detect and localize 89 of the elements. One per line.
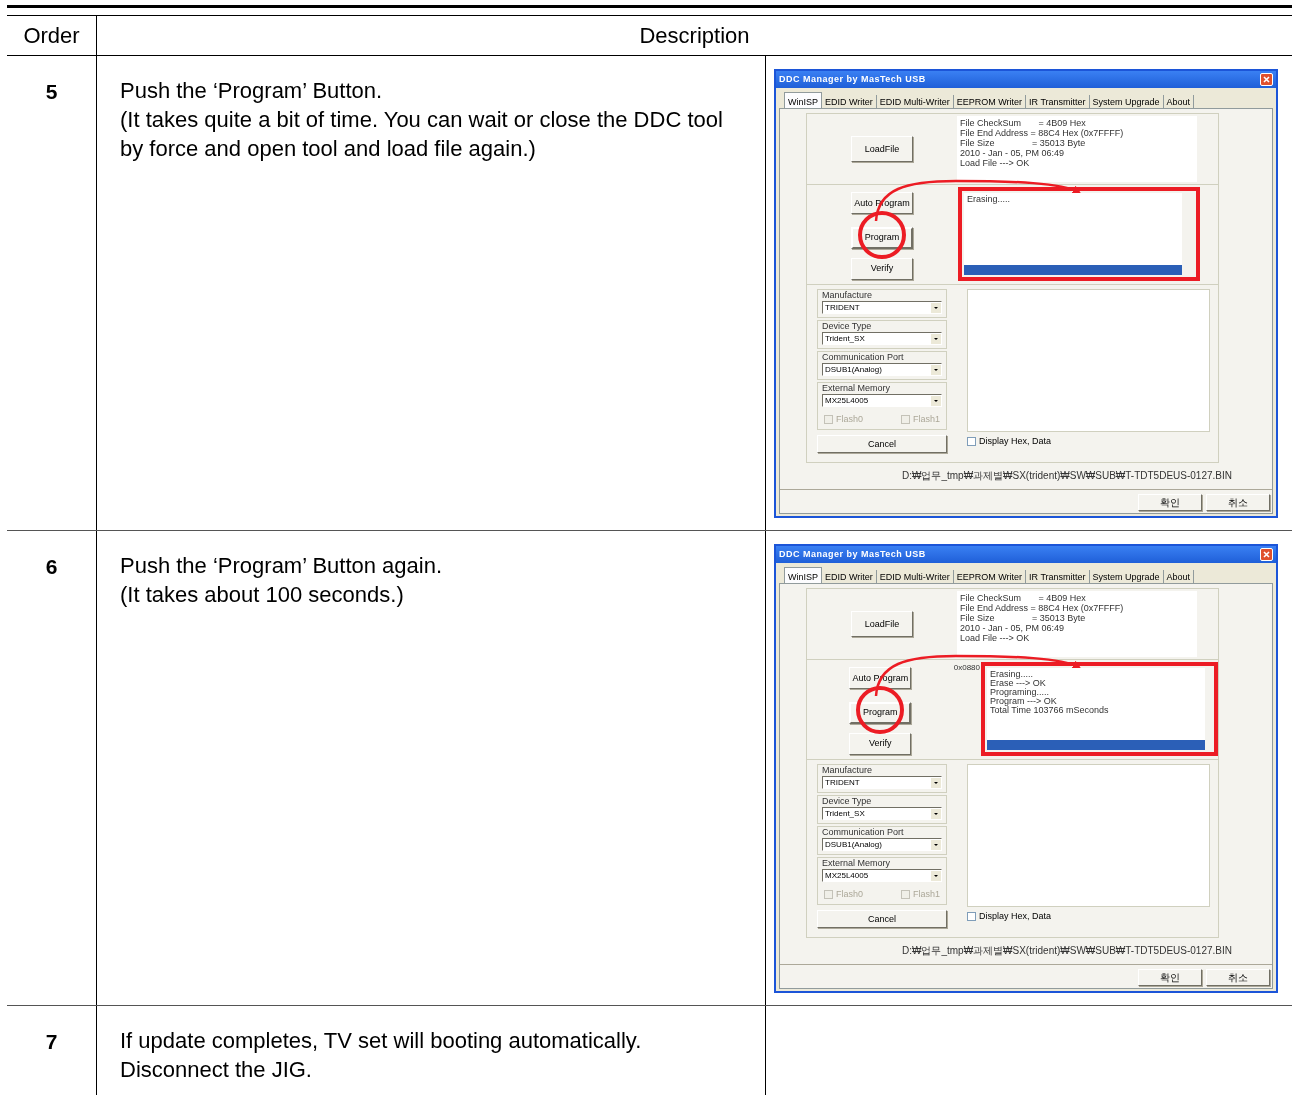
dropdown-value: DSUB1(Analog) (825, 365, 882, 374)
step-description: Push the ‘Program’ Button. (120, 77, 384, 105)
address-label: 0x0880 (953, 662, 980, 674)
log-line: Programing..... (990, 688, 1051, 697)
dropdown[interactable]: MX25L4005 (822, 394, 942, 407)
dropdown[interactable]: DSUB1(Analog) (822, 838, 942, 851)
info-line: 2010 - Jan - 05, PM 06:49 (960, 148, 1066, 158)
window-title: DDC Manager by MasTech USB (779, 72, 926, 86)
info-line: 2010 - Jan - 05, PM 06:49 (960, 623, 1066, 633)
log-line: Erasing..... (967, 195, 1012, 204)
footer-button[interactable]: 확인 (1138, 969, 1202, 986)
close-button[interactable] (1260, 73, 1273, 86)
file-path: D:₩업무_tmp₩과제별₩SX(trident)₩SW₩SUB₩T-TDT5DEUS-0127.BIN (901, 471, 1232, 481)
cancel-button[interactable]: Cancel (817, 910, 947, 928)
close-button[interactable] (1260, 548, 1273, 561)
log-line: Total Time 103766 mSeconds (990, 706, 1110, 715)
caret-icon (931, 333, 941, 344)
log-line: Erase ---> OK (990, 679, 1047, 688)
dropdown-value: TRIDENT (825, 303, 860, 312)
checkbox-label: Flash1 (913, 890, 940, 899)
group-label: Device Type (822, 321, 873, 332)
verify-button[interactable]: Verify (851, 257, 913, 280)
verify-button[interactable]: Verify (849, 732, 912, 755)
close-icon (1263, 76, 1270, 83)
cancel-button[interactable]: Cancel (817, 435, 947, 453)
tab[interactable]: WinISP (784, 92, 822, 108)
checkbox-label: Flash1 (913, 415, 940, 424)
step-description: If update completes, TV set will booting automatically. Disconnect the JIG. (120, 1027, 643, 1084)
info-line: File Size = 35013 Byte (960, 138, 1087, 148)
program-button[interactable]: Program (849, 701, 912, 724)
close-icon (1263, 551, 1270, 558)
group-label: Communication Port (822, 827, 905, 838)
step-description: (It takes about 100 seconds.) (120, 581, 405, 609)
window-title: DDC Manager by MasTech USB (779, 547, 926, 561)
dropdown[interactable]: TRIDENT (822, 776, 942, 789)
dropdown[interactable]: TRIDENT (822, 301, 942, 314)
dropdown-value: TRIDENT (825, 778, 860, 787)
info-line: Load File ---> OK (960, 633, 1031, 643)
info-line: File Size = 35013 Byte (960, 613, 1087, 623)
caret-icon (931, 839, 941, 850)
group-label: Device Type (822, 796, 873, 807)
dropdown-value: MX25L4005 (825, 396, 869, 405)
dropdown[interactable]: Trident_SX (822, 332, 942, 345)
dropdown[interactable]: MX25L4005 (822, 869, 942, 882)
info-line: Load File ---> OK (960, 158, 1031, 168)
dropdown[interactable]: DSUB1(Analog) (822, 363, 942, 376)
load-file-button[interactable]: LoadFile (851, 611, 913, 637)
caret-icon (931, 302, 941, 313)
group-label: External Memory (822, 383, 892, 394)
load-file-button[interactable]: LoadFile (851, 136, 913, 162)
footer-button[interactable]: 취소 (1206, 494, 1270, 511)
caret-icon (931, 395, 941, 406)
step-description: (It takes quite a bit of time. You can wait or close the DDC tool by force and open tool and load file again.) (120, 106, 724, 163)
step-description: Push the ‘Program’ Button again. (120, 552, 444, 580)
info-line: File End Address = 88C4 Hex (0x7FFFF) (960, 128, 1125, 138)
program-button[interactable]: Program (851, 226, 913, 249)
checkbox-label: Flash0 (836, 890, 863, 899)
caret-icon (931, 777, 941, 788)
dropdown-value: DSUB1(Analog) (825, 840, 882, 849)
step-number: 7 (45, 1029, 58, 1055)
info-line: File CheckSum = 4B09 Hex (960, 593, 1087, 603)
tab[interactable]: WinISP (784, 567, 822, 583)
group-label: External Memory (822, 858, 892, 869)
caret-icon (931, 364, 941, 375)
dropdown-value: MX25L4005 (825, 871, 869, 880)
checkbox-label: Display Hex, Data (979, 912, 1052, 921)
dropdown-value: Trident_SX (825, 809, 865, 818)
step-number: 6 (45, 554, 58, 580)
dropdown[interactable]: Trident_SX (822, 807, 942, 820)
info-line: File End Address = 88C4 Hex (0x7FFFF) (960, 603, 1125, 613)
step-number: 5 (45, 79, 58, 105)
footer-button[interactable]: 확인 (1138, 494, 1202, 511)
caret-icon (931, 870, 941, 881)
group-label: Communication Port (822, 352, 905, 363)
column-header: Order (23, 22, 80, 50)
group-label: Manufacture (822, 765, 874, 776)
dropdown-value: Trident_SX (825, 334, 865, 343)
checkbox[interactable] (967, 912, 976, 921)
log-line: Erasing..... (990, 670, 1035, 679)
file-path: D:₩업무_tmp₩과제별₩SX(trident)₩SW₩SUB₩T-TDT5DEUS-0127.BIN (901, 946, 1232, 956)
log-line: Program ---> OK (990, 697, 1058, 706)
column-header: Description (639, 22, 750, 50)
info-line: File CheckSum = 4B09 Hex (960, 118, 1087, 128)
checkbox[interactable] (967, 437, 976, 446)
caret-icon (931, 808, 941, 819)
checkbox-label: Flash0 (836, 415, 863, 424)
footer-button[interactable]: 취소 (1206, 969, 1270, 986)
checkbox-label: Display Hex, Data (979, 437, 1052, 446)
group-label: Manufacture (822, 290, 874, 301)
